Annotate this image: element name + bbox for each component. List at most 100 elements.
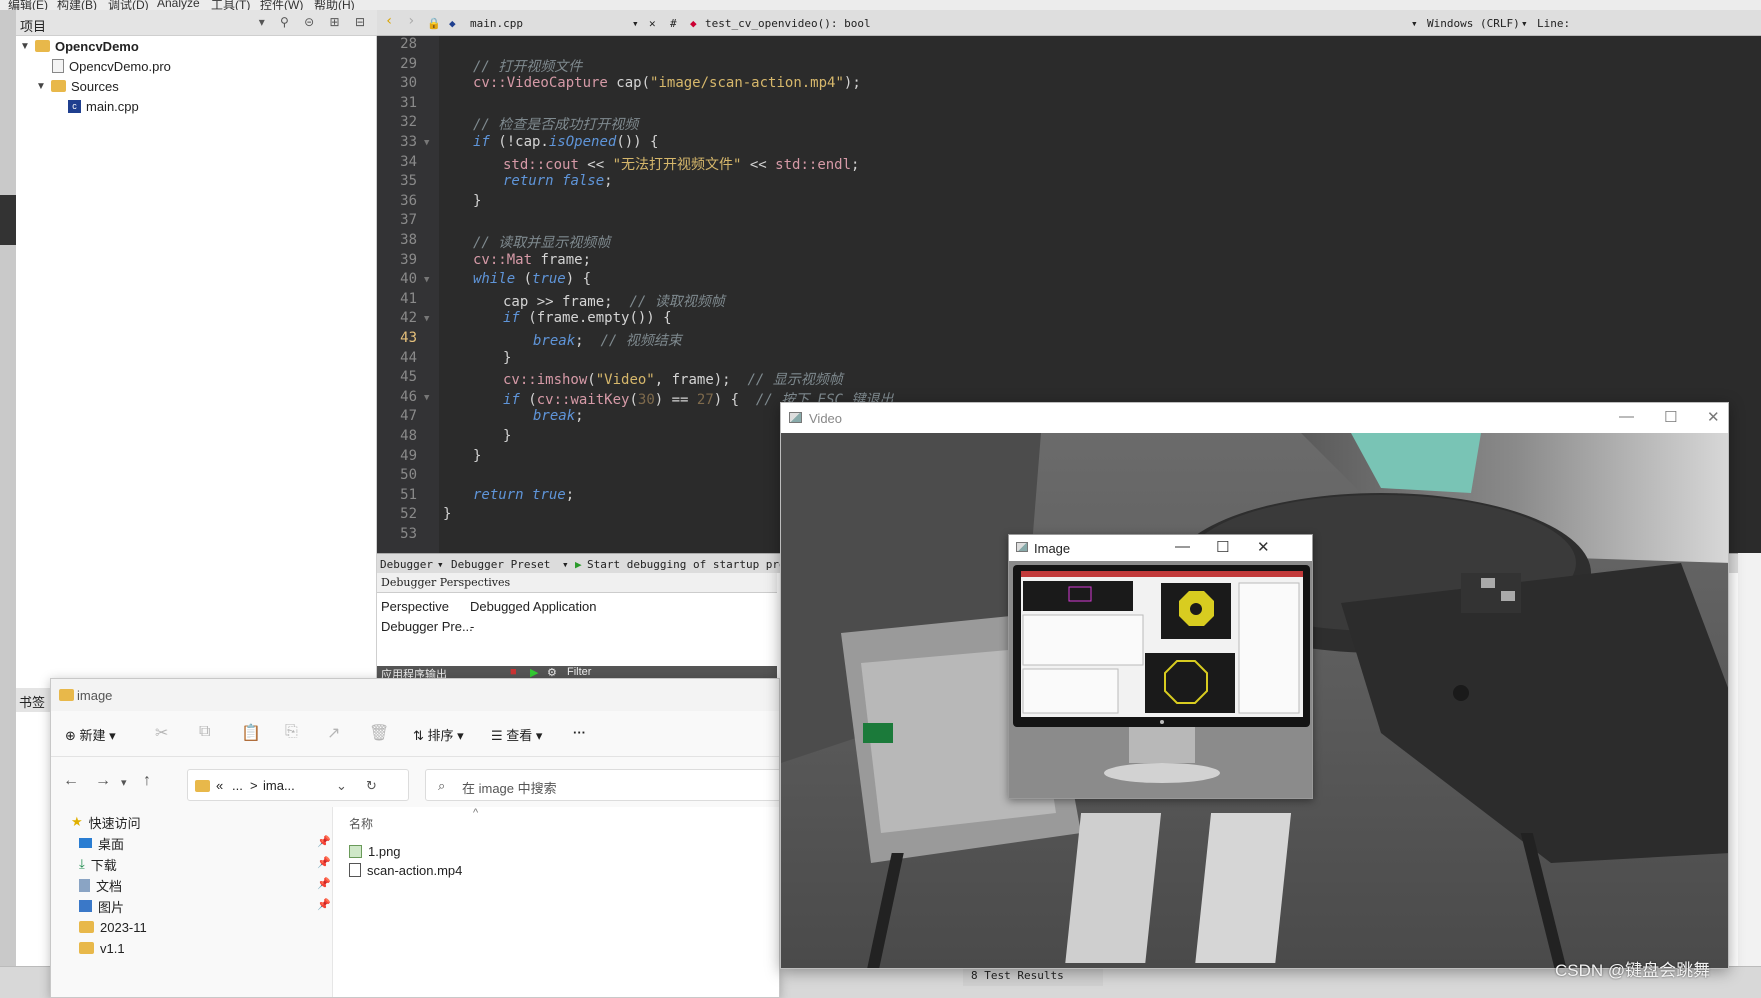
nav-item-downloads[interactable]: ⤓ 下载: [79, 853, 117, 875]
forward-arrow-icon[interactable]: →: [95, 772, 111, 790]
close-icon[interactable]: ✕: [1257, 538, 1270, 556]
view-button[interactable]: ☰ 查看 ▾: [491, 725, 542, 744]
line-ending-selector[interactable]: Windows (CRLF): [1427, 17, 1520, 30]
back-arrow-icon[interactable]: ‹: [385, 13, 393, 29]
code-line: 29 // 打开视频文件: [377, 56, 1761, 76]
up-arrow-icon[interactable]: ↑: [143, 772, 151, 790]
fold-marker-icon[interactable]: ▼: [424, 138, 429, 148]
recent-dropdown-icon[interactable]: ▾: [121, 776, 127, 789]
code-text: return false;: [503, 173, 613, 190]
new-button[interactable]: ⊕ 新建 ▾: [65, 725, 116, 744]
chevron-down-icon[interactable]: ▼: [36, 81, 46, 92]
close-icon[interactable]: ✕: [1707, 408, 1720, 426]
file-dropdown-icon[interactable]: ▾: [632, 17, 639, 30]
line-indicator[interactable]: Line:: [1537, 17, 1570, 30]
menu-widgets[interactable]: 控件(W): [260, 0, 303, 10]
menu-help[interactable]: 帮助(H): [314, 0, 355, 10]
nav-item-documents[interactable]: 文档: [79, 874, 122, 896]
search-input[interactable]: 在 image 中搜索: [462, 778, 557, 797]
maximize-icon[interactable]: ☐: [1216, 538, 1229, 556]
line-ending-dropdown-icon-2[interactable]: ▾: [1521, 17, 1528, 30]
code-line: 44}: [377, 350, 1761, 370]
start-debugging-button[interactable]: Start debugging of startup pro: [587, 558, 786, 571]
pin-icon[interactable]: 📌: [317, 898, 331, 911]
address-bar[interactable]: « ... > ima... ⌄ ↻: [187, 769, 409, 801]
video-title-bar[interactable]: Video — ☐ ✕: [781, 403, 1728, 433]
file-tab[interactable]: main.cpp: [470, 17, 523, 30]
tree-item-project[interactable]: ▼ OpencvDemo: [20, 36, 139, 56]
nav-item-folder-2023-11[interactable]: 2023-11: [79, 916, 147, 938]
project-panel-title[interactable]: 项目: [20, 16, 46, 35]
chevron-down-icon[interactable]: ⌄: [336, 778, 347, 794]
perspective-value[interactable]: Debugged Application: [470, 599, 597, 614]
nav-item-label: 2023-11: [100, 919, 147, 935]
paste-icon[interactable]: 📋: [241, 723, 261, 743]
nav-item-quick-access[interactable]: ★ 快速访问: [71, 811, 141, 833]
close-file-icon[interactable]: ✕: [649, 17, 656, 30]
folder-icon: [51, 80, 66, 92]
code-text: break; // 视频结束: [533, 333, 682, 349]
test-results-tab[interactable]: 8 Test Results: [963, 966, 1103, 986]
explorer-title-bar[interactable]: image: [51, 679, 779, 711]
tree-item-sources[interactable]: ▼ Sources: [36, 76, 119, 96]
line-number: 29: [400, 55, 417, 72]
copy-icon[interactable]: ⧉: [199, 723, 210, 741]
nav-item-label: 桌面: [98, 836, 125, 852]
code-line: 40 ▼ while (true) {: [377, 271, 1761, 291]
nav-item-pictures[interactable]: 图片: [79, 895, 124, 917]
back-arrow-icon[interactable]: ←: [63, 772, 79, 790]
file-row[interactable]: scan-action.mp4: [349, 859, 462, 881]
project-panel-tools[interactable]: ▾ ⚲ ⊝ ⊞ ⊟: [259, 15, 371, 29]
function-selector[interactable]: test_cv_openvideo(): bool: [705, 17, 871, 30]
pin-icon[interactable]: 📌: [317, 856, 331, 869]
menu-debug[interactable]: 调试(D): [108, 0, 149, 10]
column-header-name[interactable]: 名称: [349, 815, 373, 832]
minimize-icon[interactable]: —: [1619, 408, 1634, 425]
debugger-combo[interactable]: Debugger: [380, 558, 433, 571]
line-number: 34: [400, 153, 417, 170]
address-current[interactable]: ima...: [263, 778, 295, 793]
hash-symbol[interactable]: #: [670, 17, 677, 30]
fold-marker-icon[interactable]: ▼: [424, 314, 429, 324]
mode-selector-active[interactable]: [0, 195, 16, 245]
line-number: 42: [400, 310, 417, 327]
sort-button[interactable]: ⇅ 排序 ▾: [413, 725, 464, 744]
chevron-down-icon[interactable]: ▾: [562, 558, 569, 571]
line-ending-dropdown-icon[interactable]: ▾: [1411, 17, 1418, 30]
refresh-icon[interactable]: ↻: [366, 778, 377, 794]
tree-item-pro-file[interactable]: OpencvDemo.pro: [52, 56, 171, 76]
minimize-icon[interactable]: —: [1175, 538, 1190, 555]
rename-icon[interactable]: ⎘: [285, 723, 298, 741]
line-number: 41: [400, 290, 417, 307]
debugger-preset-combo[interactable]: Debugger Preset: [451, 558, 550, 571]
fold-marker-icon[interactable]: ▼: [424, 275, 429, 285]
nav-item-desktop[interactable]: 桌面: [79, 832, 124, 854]
image-title-bar[interactable]: Image — ☐ ✕: [1009, 535, 1312, 561]
tree-item-main-cpp[interactable]: c main.cpp: [68, 96, 139, 116]
cut-icon[interactable]: ✂: [155, 723, 168, 743]
debugger-preset-value[interactable]: -: [470, 619, 474, 634]
pin-icon[interactable]: 📌: [317, 835, 331, 848]
stop-icon[interactable]: ■: [510, 666, 517, 678]
filter-input[interactable]: Filter: [567, 666, 591, 678]
forward-arrow-icon[interactable]: ›: [407, 13, 415, 29]
start-debug-icon[interactable]: ▶: [575, 558, 582, 571]
nav-item-folder-v1-1[interactable]: v1.1: [79, 937, 125, 959]
menu-tools[interactable]: 工具(T): [211, 0, 250, 10]
maximize-icon[interactable]: ☐: [1664, 408, 1677, 426]
address-ellipsis[interactable]: ...: [232, 778, 243, 793]
function-icon: ◆: [690, 17, 697, 30]
search-box[interactable]: ⌕ 在 image 中搜索: [425, 769, 779, 801]
menu-analyze[interactable]: Analyze: [157, 0, 200, 10]
share-icon[interactable]: ↗: [327, 723, 340, 743]
current-line-number: 43: [400, 330, 417, 346]
fold-marker-icon[interactable]: ▼: [424, 393, 429, 403]
chevron-down-icon[interactable]: ▾: [437, 558, 444, 571]
menu-edit[interactable]: 编辑(E): [8, 0, 48, 10]
more-options-button[interactable]: ···: [573, 725, 586, 740]
delete-icon[interactable]: 🗑: [369, 723, 389, 743]
menu-build[interactable]: 构建(B): [57, 0, 97, 10]
download-icon: ⤓: [79, 856, 85, 871]
chevron-down-icon[interactable]: ▼: [20, 41, 30, 52]
pin-icon[interactable]: 📌: [317, 877, 331, 890]
